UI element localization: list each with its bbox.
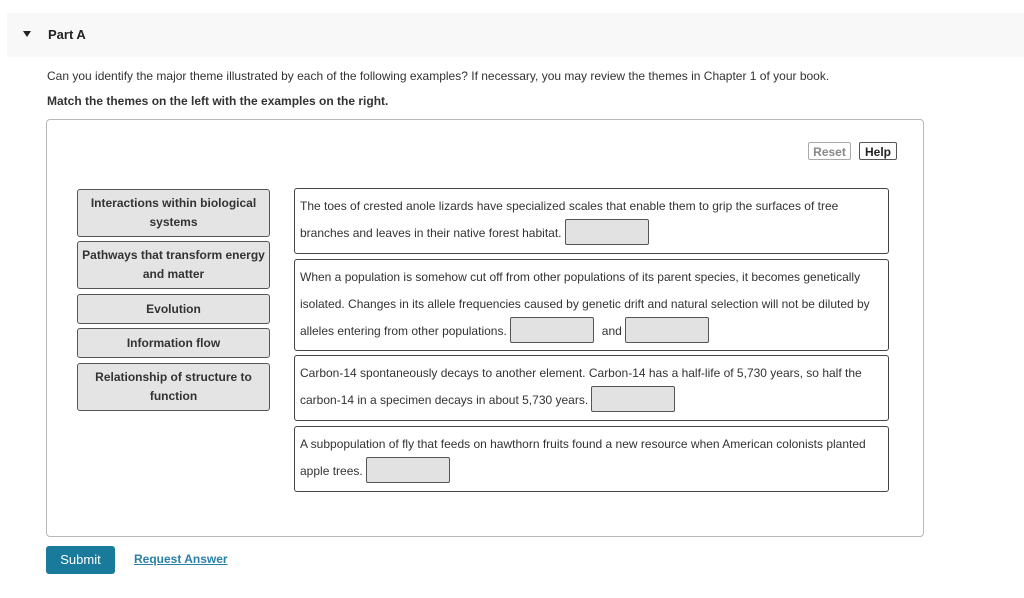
match-instructions: Match the themes on the left with the ex… bbox=[47, 94, 389, 108]
reset-button[interactable]: Reset bbox=[808, 142, 851, 160]
theme-label: Evolution bbox=[146, 301, 201, 316]
drop-target[interactable] bbox=[365, 457, 450, 484]
theme-relationship-of-structure-to-function[interactable]: Relationship of structure to function bbox=[77, 363, 270, 411]
and-connector: and bbox=[601, 324, 622, 338]
submit-button[interactable]: Submit bbox=[46, 546, 115, 574]
instructions-text: Can you identify the major theme illustr… bbox=[47, 69, 830, 83]
theme-label: Information flow bbox=[126, 335, 221, 350]
theme-evolution[interactable]: Evolution bbox=[77, 294, 270, 324]
drop-target[interactable] bbox=[509, 317, 594, 344]
example-text: Carbon-14 spontaneously decays to anothe… bbox=[300, 366, 862, 407]
help-button[interactable]: Help bbox=[859, 142, 897, 160]
theme-label: Pathways that transform energy and matte… bbox=[82, 248, 265, 281]
drop-target[interactable] bbox=[591, 386, 676, 413]
example-population-isolation: When a population is somehow cut off fro… bbox=[294, 259, 889, 351]
example-carbon-14: Carbon-14 spontaneously decays to anothe… bbox=[294, 355, 889, 421]
theme-interactions-within-biological-systems[interactable]: Interactions within biological systems bbox=[77, 189, 270, 237]
example-hawthorn-fly: A subpopulation of fly that feeds on haw… bbox=[294, 426, 889, 492]
request-answer-link[interactable]: Request Answer bbox=[134, 552, 228, 566]
drop-target[interactable] bbox=[564, 219, 649, 246]
example-anole-lizards: The toes of crested anole lizards have s… bbox=[294, 188, 889, 254]
caret-down-icon[interactable] bbox=[23, 31, 31, 37]
theme-label: Relationship of structure to function bbox=[95, 370, 252, 403]
theme-label: Interactions within biological systems bbox=[90, 196, 257, 229]
part-title: Part A bbox=[48, 27, 86, 42]
theme-pathways-that-transform-energy-and-matter[interactable]: Pathways that transform energy and matte… bbox=[77, 241, 270, 289]
theme-information-flow[interactable]: Information flow bbox=[77, 328, 270, 358]
part-header[interactable]: Part A bbox=[7, 13, 1024, 57]
drop-target[interactable] bbox=[624, 317, 709, 344]
